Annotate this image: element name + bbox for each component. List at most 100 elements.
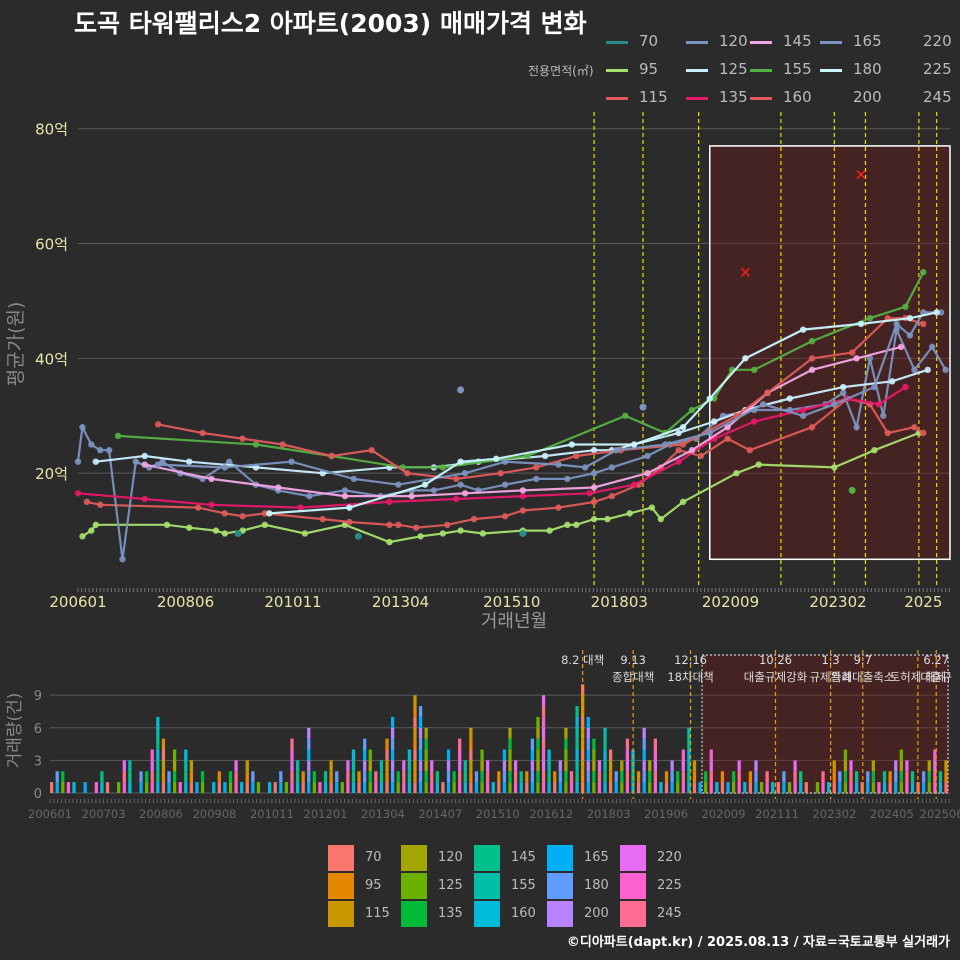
volume-bar: [368, 782, 372, 793]
volume-bar: [564, 771, 568, 783]
volume-bar: [541, 782, 546, 793]
volume-bar: [407, 771, 412, 783]
volume-bar: [424, 749, 428, 761]
volume-bar: [407, 782, 412, 793]
series-point-180: [857, 320, 865, 328]
volume-bar: [486, 782, 490, 793]
volume-bar: [469, 738, 473, 750]
volume-bar: [547, 771, 551, 783]
volume-bar: [363, 749, 367, 761]
volume-bar: [497, 782, 501, 793]
bar-x-tick-label: 202009: [702, 807, 746, 821]
volume-bar: [105, 782, 110, 793]
series-point-115: [920, 429, 927, 437]
volume-bar: [307, 738, 311, 750]
series-point-120: [911, 366, 918, 374]
volume-bar: [329, 760, 333, 772]
series-point-180: [630, 441, 638, 448]
bar-y-tick-label: 0: [34, 787, 42, 802]
bar-x-tick-label: 201510: [476, 807, 520, 821]
event-annotation: 12.16: [674, 653, 707, 667]
volume-bar: [513, 782, 518, 793]
volume-bar: [676, 771, 680, 783]
volume-bar: [603, 738, 607, 750]
volume-bar: [625, 760, 630, 772]
series-point-120: [132, 458, 140, 465]
volume-bar: [586, 782, 590, 793]
volume-bar: [653, 782, 657, 793]
volume-bar: [748, 771, 753, 783]
series-point-95: [648, 504, 656, 511]
volume-bar: [502, 749, 507, 761]
volume-bar: [821, 782, 825, 793]
volume-bar: [390, 782, 395, 793]
volume-bar: [575, 716, 579, 728]
volume-bar: [541, 749, 546, 761]
volume-bar: [150, 782, 154, 793]
volume-bar: [642, 782, 646, 793]
series-point-95: [733, 469, 740, 477]
volume-bar: [480, 749, 484, 761]
series-point-145: [897, 343, 905, 351]
volume-legend-label-160: 160: [511, 906, 536, 921]
bar-x-tick-label: 201011: [250, 807, 294, 821]
x-tick-label: 201304: [372, 593, 429, 611]
bar-x-tick-label: 202405: [870, 807, 914, 821]
series-point-115: [444, 521, 451, 529]
series-point-115: [194, 504, 202, 511]
volume-bar: [888, 782, 892, 793]
highlight-region: [709, 145, 951, 561]
series-point-120: [88, 441, 95, 448]
series-point-160: [239, 435, 246, 442]
series-point-145: [408, 492, 415, 500]
volume-bar: [508, 771, 512, 783]
volume-bar: [290, 738, 294, 750]
volume-bar: [849, 771, 853, 783]
volume-bar: [894, 760, 898, 772]
series-point-120: [79, 424, 86, 431]
volume-bar: [128, 771, 132, 783]
volume-bar: [748, 782, 753, 793]
volume-bar: [793, 782, 797, 793]
volume-bar: [430, 771, 434, 783]
volume-bar: [61, 782, 65, 793]
volume-bar: [268, 782, 272, 793]
volume-bar: [597, 771, 602, 783]
series-point-115: [724, 435, 731, 442]
volume-bar: [402, 771, 406, 783]
volume-bar: [156, 749, 160, 761]
volume-bar: [463, 760, 467, 772]
volume-bar: [592, 782, 596, 793]
series-point-165: [154, 461, 162, 468]
series-point-135: [751, 418, 758, 425]
volume-bar: [346, 771, 350, 783]
volume-bar: [469, 782, 473, 793]
volume-bar: [458, 738, 462, 750]
series-point-145: [208, 475, 215, 483]
volume-bar: [161, 771, 166, 783]
series-point-135: [875, 401, 883, 408]
bar-x-tick-label: 201612: [529, 807, 573, 821]
series-point-160: [573, 452, 580, 460]
volume-bar: [575, 706, 579, 717]
volume-bar: [351, 771, 356, 783]
series-point-165: [461, 469, 469, 477]
volume-bar: [363, 760, 367, 772]
volume-bar: [486, 771, 490, 783]
volume-bar: [156, 771, 160, 783]
volume-bar: [307, 749, 311, 761]
volume-bar: [234, 782, 238, 793]
volume-bar: [312, 782, 316, 793]
series-point-95: [626, 510, 633, 517]
volume-bar: [843, 760, 848, 772]
series-point-95: [871, 447, 878, 454]
volume-bar: [704, 782, 708, 793]
bar-x-tick-label: 200601: [28, 807, 72, 821]
volume-bar: [418, 760, 423, 772]
series-point-120: [501, 481, 509, 488]
series-point-115: [386, 521, 393, 529]
scatter-point: [519, 529, 527, 537]
series-point-155: [920, 269, 927, 276]
volume-bar: [513, 771, 518, 783]
volume-bar: [609, 782, 613, 793]
